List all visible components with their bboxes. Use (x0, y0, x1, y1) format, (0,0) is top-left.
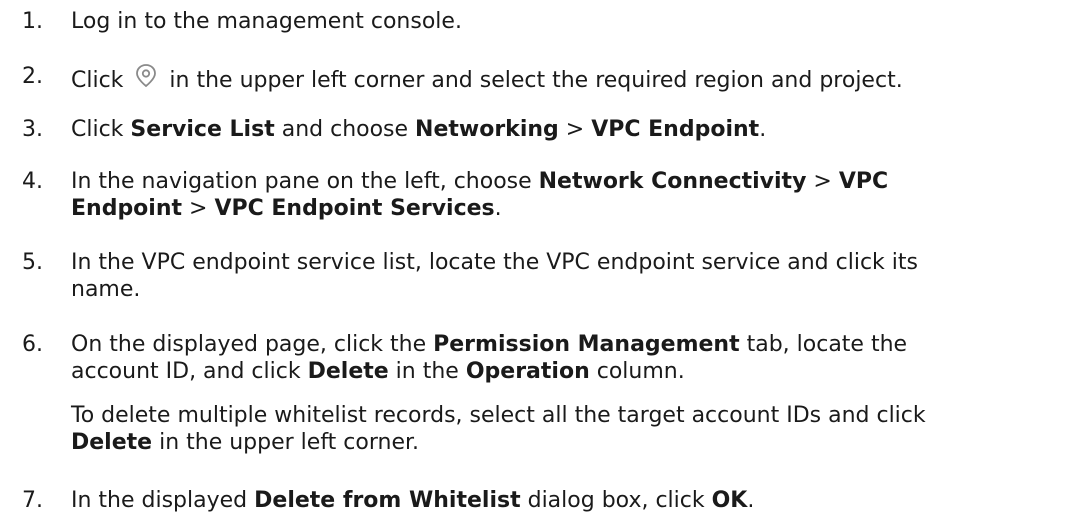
step-text-run: Click (71, 68, 124, 93)
ui-term: Endpoint (71, 196, 183, 221)
step-line: On the displayed page, click the Permiss… (71, 331, 1031, 358)
step-text-run: > (558, 117, 592, 142)
step-text-run: . (494, 196, 502, 221)
step-line: Delete in the upper left corner. (71, 429, 1031, 456)
step-number: 5. (22, 250, 43, 275)
ui-term: VPC Endpoint (591, 117, 760, 142)
ui-term: Delete from Whitelist (254, 488, 521, 513)
step-text-run: Log in to the management console. (71, 9, 462, 34)
step-line: To delete multiple whitelist records, se… (71, 403, 926, 428)
step-text-run: > (182, 196, 215, 221)
ui-term: Service List (130, 117, 275, 142)
step-text-run: account ID, and click (71, 359, 308, 384)
step-text-run: in the upper left corner and select the … (169, 68, 903, 93)
step-text-run: tab, locate the (739, 332, 908, 357)
ui-term: VPC Endpoint Services (214, 196, 495, 221)
step-line: Endpoint > VPC Endpoint Services. (71, 195, 1031, 222)
step-text: Click in the upper left corner and select… (71, 63, 1031, 94)
step-text-run: dialog box, click (520, 488, 712, 513)
ui-term: OK (711, 488, 748, 513)
step-number: 6. (22, 332, 43, 357)
procedure-steps: 1. Log in to the management console. 2. … (0, 0, 1066, 527)
step-text-run: In the displayed (71, 488, 255, 513)
ui-term: Operation (465, 359, 590, 384)
step-text-run: . (747, 488, 755, 513)
step-text-run: . (759, 117, 767, 142)
step-text-run: column. (589, 359, 685, 384)
step-number: 4. (22, 169, 43, 194)
step-line: account ID, and click Delete in the Oper… (71, 358, 1031, 385)
step-text-run: In the navigation pane on the left, choo… (71, 169, 539, 194)
ui-term: Permission Management (433, 332, 740, 357)
step-line: In the VPC endpoint service list, locate… (71, 250, 918, 275)
step-text-run: Click (71, 117, 131, 142)
step-text: On the displayed page, click the Permiss… (71, 331, 1031, 456)
step-text: In the VPC endpoint service list, locate… (71, 249, 1031, 303)
location-pin-icon (129, 63, 165, 93)
step-text-run: in the (388, 359, 466, 384)
step-line: In the navigation pane on the left, choo… (71, 168, 1031, 195)
ui-term: Networking (415, 117, 559, 142)
step-text: Click Service List and choose Networking… (71, 116, 1031, 143)
step-text-run: and choose (274, 117, 416, 142)
step-text-run: > (806, 169, 839, 194)
step-text-run: On the displayed page, click the (71, 332, 434, 357)
step-text-run: in the upper left corner. (152, 430, 420, 455)
ui-term: VPC (838, 169, 889, 194)
step-text: In the navigation pane on the left, choo… (71, 168, 1031, 222)
step-number: 7. (22, 488, 43, 513)
step-line: name. (71, 277, 141, 302)
ui-term: Delete (307, 359, 389, 384)
step-text: Log in to the management console. (71, 8, 1031, 35)
ui-term: Network Connectivity (538, 169, 807, 194)
step-number: 1. (22, 9, 43, 34)
step-number: 2. (22, 64, 43, 89)
step-number: 3. (22, 117, 43, 142)
ui-term: Delete (71, 430, 153, 455)
step-text: In the displayed Delete from Whitelist d… (71, 487, 1031, 514)
